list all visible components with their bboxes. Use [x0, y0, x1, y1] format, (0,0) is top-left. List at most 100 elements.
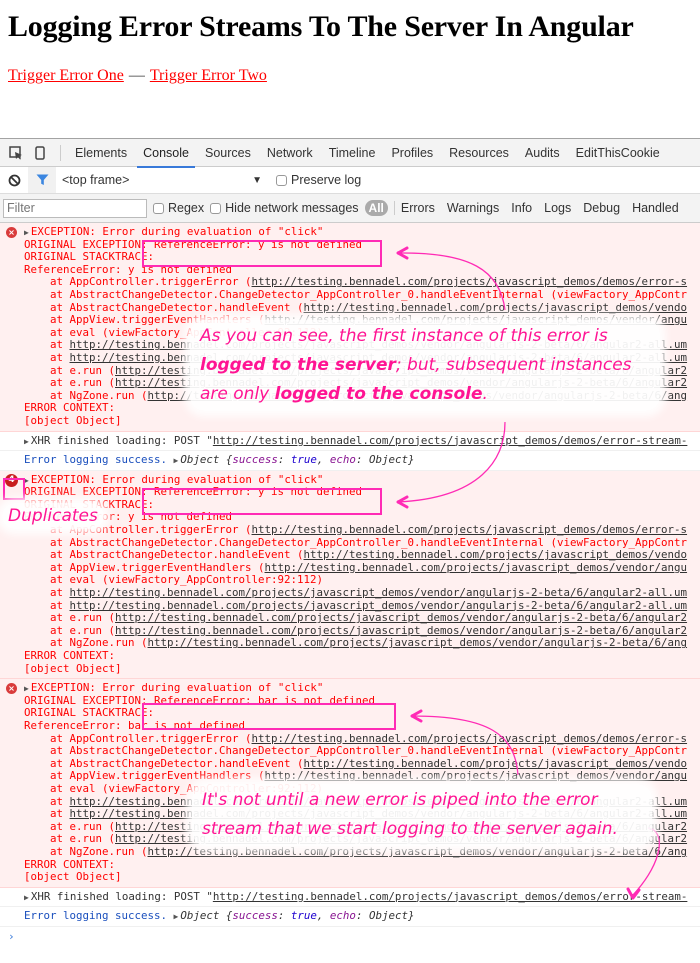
stack-frame: at e.run (http://testing.bennadel.com/pr… — [24, 625, 700, 638]
xhr-url-link[interactable]: http://testing.bennadel.com/projects/jav… — [213, 891, 688, 903]
tab-audits[interactable]: Audits — [517, 139, 568, 167]
stack-frame-link[interactable]: http://testing.bennadel.com/projects/jav… — [252, 733, 688, 745]
trigger-error-one-link[interactable]: Trigger Error One — [8, 67, 124, 84]
level-handled-button[interactable]: Handled — [632, 201, 679, 215]
expand-triangle-icon[interactable]: ▶ — [174, 912, 179, 921]
log-object[interactable]: Object {success: true, echo: Object} — [180, 910, 414, 922]
log-object-part: echo — [329, 910, 356, 923]
stack-frame-text: at e.run ( — [50, 364, 116, 377]
stack-frame-link[interactable]: http://testing.bennadel.com/projects/jav… — [265, 562, 688, 574]
stack-frame-link[interactable]: http://testing.bennadel.com/projects/jav… — [115, 625, 687, 637]
stack-frame-link[interactable]: http://testing.bennadel.com/projects/jav… — [115, 612, 687, 624]
stack-frame: at AppController.triggerError (http://te… — [24, 524, 700, 537]
stack-frame-text: at e.run ( — [50, 624, 116, 637]
stack-frame-link[interactable]: http://testing.bennadel.com/projects/jav… — [148, 846, 688, 858]
level-debug-button[interactable]: Debug — [583, 201, 620, 215]
stack-frame-link[interactable]: http://testing.bennadel.com/projects/jav… — [252, 524, 688, 536]
error-context-line: [object Object] — [24, 871, 122, 884]
log-text: Error logging success. — [24, 454, 174, 467]
regex-checkbox[interactable] — [153, 202, 164, 214]
note1-line2: logged to the server; but, subsequent in… — [200, 351, 650, 380]
stack-frame-link[interactable]: http://testing.bennadel.com/projects/jav… — [304, 302, 688, 314]
note1-line3-bold: logged to the console — [274, 384, 483, 404]
preserve-log-checkbox[interactable] — [276, 174, 287, 186]
xhr-line: ▶ XHR finished loading: POST "http://test… — [24, 891, 700, 904]
tab-profiles[interactable]: Profiles — [383, 139, 441, 167]
stack-frame-text: at NgZone.run ( — [50, 637, 148, 650]
xhr-url-link[interactable]: http://testing.bennadel.com/projects/jav… — [213, 435, 688, 447]
filter-input[interactable] — [3, 198, 147, 218]
level-info-button[interactable]: Info — [511, 201, 532, 215]
error-line-text: ORIGINAL STACKTRACE: — [24, 251, 155, 264]
log-text: Error logging success. — [24, 910, 174, 923]
expand-triangle-icon[interactable]: ▶ — [24, 684, 29, 693]
stack-frame-text: at AppView.triggerEventHandlers ( — [50, 770, 265, 783]
page-title: Logging Error Streams To The Server In A… — [8, 10, 634, 43]
level-all-button[interactable]: All — [364, 200, 388, 216]
error-context-line: ERROR CONTEXT: — [24, 858, 116, 871]
error-icon: × — [6, 683, 17, 695]
regex-option[interactable]: Regex — [153, 201, 204, 215]
hide-network-checkbox[interactable] — [210, 202, 222, 214]
stack-frame-link[interactable]: http://testing.bennadel.com/projects/jav… — [252, 276, 688, 288]
preserve-log-option[interactable]: Preserve log — [276, 173, 361, 187]
stack-frame-link[interactable]: http://testing.bennadel.com/projects/jav… — [265, 770, 688, 782]
expand-triangle-icon[interactable]: ▶ — [24, 228, 29, 237]
preserve-log-label: Preserve log — [291, 173, 362, 187]
tab-network[interactable]: Network — [259, 139, 321, 167]
stack-frame-link[interactable]: http://testing.bennadel.com/projects/jav… — [70, 600, 688, 612]
tab-elements[interactable]: Elements — [67, 139, 135, 167]
stack-frame-text: at AbstractChangeDetector.ChangeDetector… — [50, 745, 688, 758]
stack-frame-text: at AbstractChangeDetector.handleEvent ( — [50, 757, 304, 770]
note1-line1: As you can see, the first instance of th… — [200, 326, 608, 346]
stack-frame-link[interactable]: http://testing.bennadel.com/projects/jav… — [304, 549, 688, 561]
devtools-tabbar: Elements Console Sources Network Timelin… — [0, 139, 700, 168]
stack-frame: at NgZone.run (http://testing.bennadel.c… — [24, 846, 700, 859]
xhr-message[interactable]: ▶ XHR finished loading: POST "http://test… — [0, 432, 700, 452]
level-errors-button[interactable]: Errors — [401, 201, 435, 215]
stack-frame: at AppController.triggerError (http://te… — [24, 276, 700, 289]
regex-label: Regex — [168, 201, 205, 215]
log-line: Error logging success. ▶ Object {success:… — [24, 454, 700, 467]
xhr-message[interactable]: ▶ XHR finished loading: POST "http://test… — [0, 888, 700, 908]
error-icon: × — [6, 227, 17, 238]
stack-frame-text: at AppView.triggerEventHandlers ( — [50, 561, 265, 574]
tab-console[interactable]: Console — [135, 139, 197, 168]
error-context-line: [object Object] — [24, 662, 122, 675]
error-line: ▶ EXCEPTION: Error during evaluation of "… — [24, 226, 700, 239]
filter-funnel-icon[interactable] — [28, 167, 56, 193]
console-toolbar: <top frame> ▼ Preserve log — [0, 167, 700, 194]
level-warnings-button[interactable]: Warnings — [447, 201, 499, 215]
log-object-part: true — [290, 454, 317, 467]
filter-divider — [393, 201, 395, 215]
tab-timeline[interactable]: Timeline — [321, 139, 384, 167]
tab-editthiscookie[interactable]: EditThisCookie — [568, 139, 668, 167]
level-logs-button[interactable]: Logs — [544, 201, 571, 215]
stack-frame-text: at — [50, 587, 70, 600]
hide-network-option[interactable]: Hide network messages — [210, 201, 359, 215]
expand-triangle-icon[interactable]: ▶ — [24, 437, 29, 446]
trigger-error-two-link[interactable]: Trigger Error Two — [150, 67, 267, 84]
stack-frame: at AbstractChangeDetector.handleEvent (h… — [24, 549, 700, 562]
annotation-note-new-error: It's not until a new error is piped into… — [192, 784, 652, 846]
console-prompt[interactable]: › — [0, 927, 700, 947]
tab-sources[interactable]: Sources — [197, 139, 259, 167]
log-object-part: } — [407, 910, 415, 923]
xhr-line: ▶ XHR finished loading: POST "http://test… — [24, 435, 700, 448]
chevron-down-icon: ▼ — [252, 174, 262, 186]
clear-console-icon[interactable] — [0, 167, 28, 193]
stack-frame-text: at e.run ( — [50, 833, 116, 846]
stack-frame-text: at e.run ( — [50, 820, 116, 833]
tab-resources[interactable]: Resources — [441, 139, 517, 167]
stack-frame-link[interactable]: http://testing.bennadel.com/projects/jav… — [70, 587, 688, 599]
frame-select[interactable]: <top frame> ▼ — [56, 167, 266, 193]
expand-triangle-icon[interactable]: ▶ — [174, 456, 179, 465]
device-mode-icon[interactable] — [28, 139, 52, 167]
inspect-element-icon[interactable] — [4, 139, 28, 167]
stack-frame-link[interactable]: http://testing.bennadel.com/projects/jav… — [148, 637, 688, 649]
log-object-part: echo — [329, 454, 356, 467]
stack-frame: at NgZone.run (http://testing.bennadel.c… — [24, 637, 700, 650]
stack-frame-link[interactable]: http://testing.bennadel.com/projects/jav… — [304, 758, 688, 770]
expand-triangle-icon[interactable]: ▶ — [24, 893, 29, 902]
log-object[interactable]: Object {success: true, echo: Object} — [180, 454, 414, 466]
